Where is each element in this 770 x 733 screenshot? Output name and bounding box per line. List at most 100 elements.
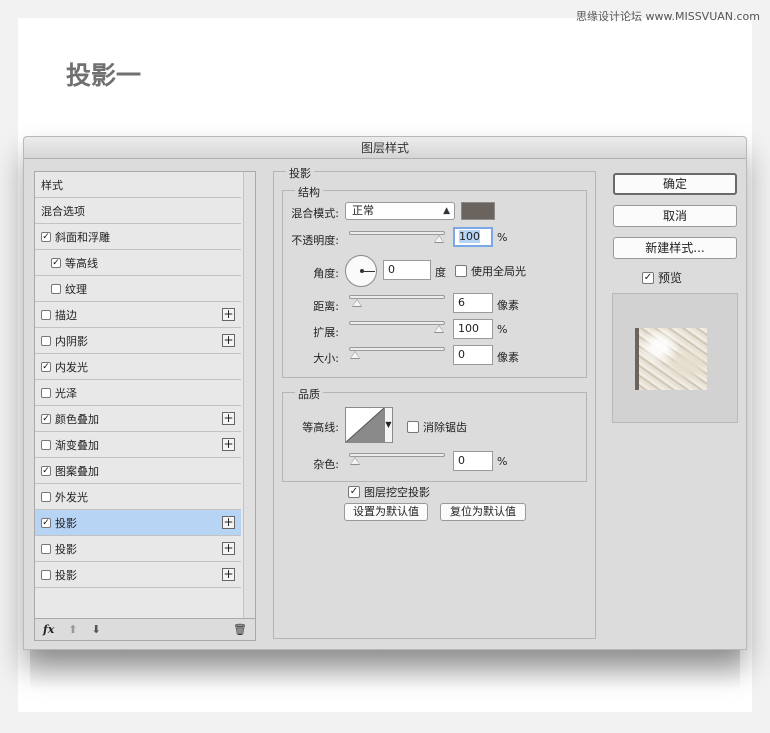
style-list-item[interactable]: 投影 + [35,562,241,588]
style-list-item[interactable]: ✓ 等高线 [35,250,241,276]
plus-icon[interactable]: + [222,568,235,581]
style-list-label: 内发光 [55,360,88,374]
contour-dropdown-icon[interactable]: ▼ [385,407,393,443]
knockout-box[interactable]: ✓ [348,486,360,498]
plus-icon[interactable]: + [222,516,235,529]
page-title: 投影一 [66,61,142,90]
contour-picker[interactable] [345,407,385,443]
style-list-item[interactable]: ✓ 内发光 [35,354,241,380]
style-checkbox[interactable] [41,543,51,554]
style-list-item[interactable]: 光泽 [35,380,241,406]
style-list-item[interactable]: 描边 + [35,302,241,328]
spread-input[interactable]: 100 [453,319,493,339]
style-list-item[interactable]: ✓ 斜面和浮雕 [35,224,241,250]
knockout-checkbox[interactable]: ✓ 图层挖空投影 [348,484,430,500]
distance-slider[interactable] [349,295,445,307]
style-list-item[interactable]: 样式 [35,172,241,198]
style-checkbox[interactable] [41,491,51,502]
style-list-label: 投影 [55,542,77,556]
size-slider-thumb[interactable] [350,351,360,359]
fx-icon[interactable]: fx [43,623,54,636]
style-list-label: 描边 [55,308,77,322]
antialias-checkbox[interactable]: 消除锯齿 [407,419,467,435]
angle-dial[interactable] [345,255,377,287]
opacity-unit: % [497,231,508,244]
global-light-checkbox[interactable]: 使用全局光 [455,263,526,279]
style-list-item[interactable]: 外发光 [35,484,241,510]
style-list-label: 投影 [55,516,77,530]
opacity-slider-thumb[interactable] [434,235,444,243]
drop-shadow-section-title: 投影 [286,165,314,181]
angle-input[interactable]: 0 [383,260,431,280]
plus-icon[interactable]: + [222,542,235,555]
style-list-footer: fx ⬆ ⬇ 🗑 [35,618,255,640]
style-list-item[interactable]: 投影 + [35,536,241,562]
contour-curve-icon [345,407,385,443]
preview-checkbox[interactable]: ✓ 预览 [642,269,682,286]
opacity-slider[interactable] [349,231,445,243]
opacity-label: 不透明度: [291,234,339,247]
style-list-label: 内阴影 [55,334,88,348]
plus-icon[interactable]: + [222,412,235,425]
style-checkbox[interactable]: ✓ [41,465,51,476]
trash-icon[interactable]: 🗑 [233,623,247,636]
antialias-label: 消除锯齿 [423,421,467,434]
blend-mode-select[interactable]: 正常 ▲ [345,202,455,220]
watermark: 思缘设计论坛 www.MISSVUAN.com [576,10,760,23]
distance-slider-thumb[interactable] [351,299,362,307]
noise-slider-thumb[interactable] [350,457,360,465]
distance-input[interactable]: 6 [453,293,493,313]
style-checkbox[interactable] [41,335,51,346]
make-default-button[interactable]: 设置为默认值 [344,503,428,521]
blend-mode-value: 正常 [352,204,374,217]
quality-group: 品质 等高线: ▼ 消除锯齿 杂色: 0 % [282,386,587,482]
style-checkbox[interactable] [41,309,51,320]
style-checkbox[interactable] [41,439,51,450]
arrow-up-icon[interactable]: ⬆ [68,623,77,636]
style-checkbox[interactable]: ✓ [41,361,51,372]
noise-unit: % [497,455,508,468]
style-list-item[interactable]: ✓ 颜色叠加 + [35,406,241,432]
style-checkbox[interactable] [41,387,51,398]
global-light-box[interactable] [455,265,467,277]
style-checkbox[interactable]: ✓ [51,257,61,268]
noise-slider[interactable] [349,453,445,465]
style-checkbox[interactable]: ✓ [41,231,51,242]
cancel-button[interactable]: 取消 [613,205,737,227]
style-list-item[interactable]: 内阴影 + [35,328,241,354]
reset-default-button[interactable]: 复位为默认值 [440,503,526,521]
style-checkbox[interactable] [41,569,51,580]
ok-button[interactable]: 确定 [613,173,737,195]
spread-slider-thumb[interactable] [434,325,444,333]
opacity-input[interactable]: 100 [453,227,493,247]
plus-icon[interactable]: + [222,438,235,451]
new-style-button[interactable]: 新建样式... [613,237,737,259]
style-checkbox[interactable]: ✓ [41,413,51,424]
style-list-label: 图案叠加 [55,464,99,478]
noise-input[interactable]: 0 [453,451,493,471]
style-list-item[interactable]: ✓ 图案叠加 [35,458,241,484]
size-slider[interactable] [349,347,445,359]
distance-unit: 像素 [497,299,519,312]
style-list-label: 等高线 [65,256,98,270]
dialog-titlebar[interactable]: 图层样式 [24,137,746,159]
style-list-item[interactable]: 渐变叠加 + [35,432,241,458]
style-list-item[interactable]: ✓ 投影 + [35,510,241,536]
spread-slider[interactable] [349,321,445,333]
size-input[interactable]: 0 [453,345,493,365]
preview-box[interactable]: ✓ [642,271,654,284]
shadow-color-swatch[interactable] [461,202,495,220]
style-list-label: 外发光 [55,490,88,504]
style-list-item[interactable]: 混合选项 [35,198,241,224]
size-unit: 像素 [497,351,519,364]
plus-icon[interactable]: + [222,308,235,321]
plus-icon[interactable]: + [222,334,235,347]
arrow-down-icon[interactable]: ⬇ [92,623,101,636]
antialias-box[interactable] [407,421,419,433]
style-list-item[interactable]: 纹理 [35,276,241,302]
style-list-scrollbar[interactable] [243,172,255,618]
style-checkbox[interactable] [51,283,61,294]
style-list-label: 投影 [55,568,77,582]
style-checkbox[interactable]: ✓ [41,517,51,528]
noise-label: 杂色: [313,458,339,471]
